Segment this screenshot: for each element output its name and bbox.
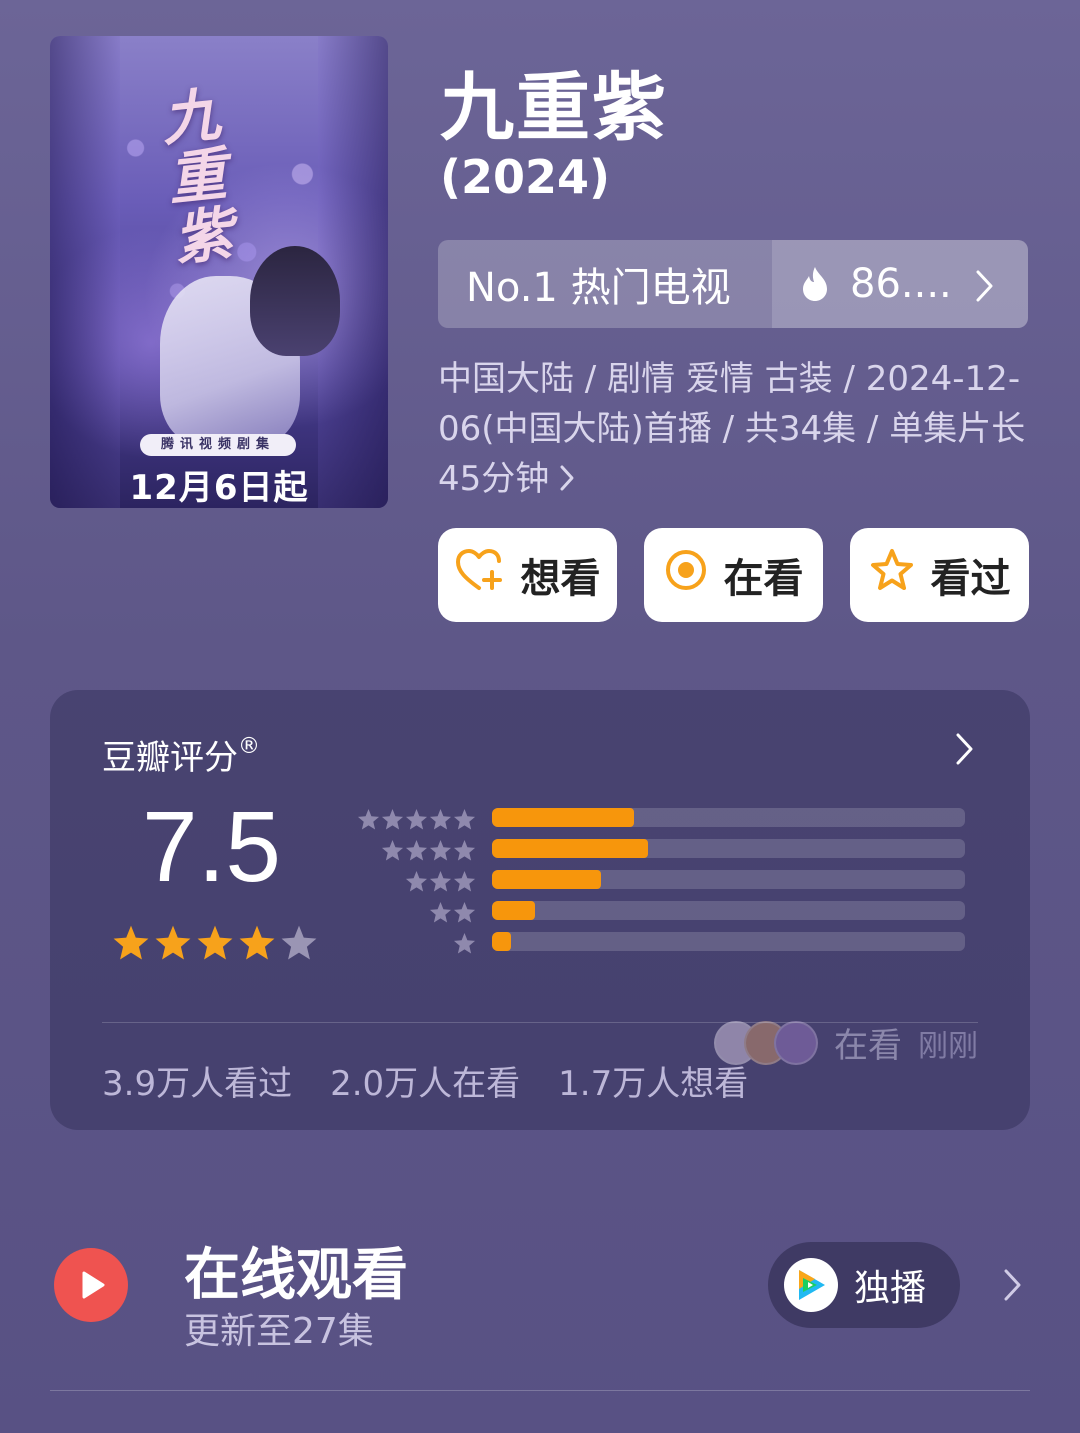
distribution-star-group (381, 839, 476, 862)
online-watch-row[interactable]: 在线观看 更新至27集 独播 (50, 1228, 1030, 1358)
distribution-bar (492, 932, 965, 951)
distribution-bar-fill (492, 932, 511, 951)
poster-calligraphy-title: 九重紫 (158, 80, 236, 274)
watching-now: 在看 刚刚 (714, 1018, 978, 1067)
rating-counts: 3.9万人看过 2.0万人在看 1.7万人想看 (102, 1056, 748, 1105)
rating-title: 豆瓣评分® (102, 730, 260, 779)
distribution-stars (356, 897, 476, 928)
rank-box[interactable]: No.1 热门电视 86.... (438, 240, 1028, 328)
distribution-stars (356, 928, 476, 959)
star-small-icon (405, 808, 428, 830)
meta-text: 中国大陆 / 剧情 爱情 古装 / 2024-12-06(中国大陆)首播 / 共… (438, 359, 1026, 499)
heart-plus-icon (455, 548, 505, 602)
rank-label: No.1 热门电视 (438, 240, 772, 328)
star-small-icon (405, 839, 428, 861)
rating-divider (102, 1022, 978, 1023)
exclusive-label: 独播 (854, 1268, 927, 1309)
star-small-icon (429, 808, 452, 830)
poster-figure-dark-hair (250, 246, 340, 356)
star-small-icon (429, 901, 452, 923)
online-watch-subtitle: 更新至27集 (184, 1311, 374, 1352)
rating-card[interactable]: 豆瓣评分® 7.5 在看 刚刚 3.9万人看过 2.0万人在看 1.7万人想看 (50, 690, 1030, 1130)
star-small-icon (405, 870, 428, 892)
rating-stars (112, 924, 318, 962)
poster-badge: 腾讯视频剧集 (140, 434, 296, 456)
rating-title-text: 豆瓣评分 (102, 738, 238, 778)
play-icon (54, 1248, 128, 1322)
watching-now-time: 刚刚 (918, 1028, 978, 1064)
distribution-bar-fill (492, 870, 601, 889)
show-year: (2024) (440, 150, 611, 204)
action-buttons: 想看 在看 看过 (438, 528, 1029, 622)
poster-date: 12月6日起 (129, 468, 309, 508)
distribution-star-group (357, 808, 476, 831)
star-small-icon (429, 870, 452, 892)
star-outline-icon (869, 548, 915, 602)
star-filled-icon (113, 925, 149, 960)
watched-count: 3.9万人看过 (102, 1064, 293, 1104)
chevron-right-icon[interactable] (954, 732, 974, 770)
distribution-star-group (429, 901, 476, 924)
chevron-right-icon (974, 267, 994, 313)
show-title: 九重紫 (440, 65, 668, 151)
distribution-bar (492, 808, 965, 827)
distribution-bar (492, 839, 965, 858)
want-to-watch-button[interactable]: 想看 (438, 528, 617, 622)
rating-score: 7.5 (142, 791, 282, 903)
watching-label: 在看 (723, 556, 804, 602)
watching-button[interactable]: 在看 (644, 528, 823, 622)
star-small-icon (453, 932, 476, 954)
distribution-stars (356, 835, 476, 866)
distribution-bar-fill (492, 901, 535, 920)
star-filled-icon (155, 925, 191, 960)
heat-value: 86.... (850, 261, 952, 307)
chevron-right-icon[interactable] (1002, 1268, 1022, 1306)
star-small-icon (453, 839, 476, 861)
star-small-icon (429, 839, 452, 861)
star-filled-icon (239, 925, 275, 960)
registered-mark: ® (238, 733, 260, 759)
distribution-stars (356, 866, 476, 897)
star-empty-icon (281, 925, 317, 960)
distribution-stars (356, 804, 476, 835)
distribution-bar (492, 870, 965, 889)
tencent-video-logo-icon (784, 1258, 838, 1312)
want-count: 1.7万人想看 (558, 1064, 749, 1104)
flame-icon (800, 266, 830, 302)
star-small-icon (453, 901, 476, 923)
star-small-icon (453, 808, 476, 830)
chevron-right-icon (559, 456, 575, 506)
exclusive-badge[interactable]: 独播 (768, 1242, 960, 1328)
watching-now-label: 在看 (834, 1026, 902, 1066)
star-small-icon (381, 839, 404, 861)
distribution-star-group (405, 870, 476, 893)
heat-section[interactable]: 86.... (772, 240, 1028, 328)
bottom-divider (50, 1390, 1030, 1391)
distribution-bar-fill (492, 839, 649, 858)
watching-circle-icon (664, 548, 708, 602)
star-small-icon (381, 808, 404, 830)
watched-label: 看过 (930, 556, 1011, 602)
star-small-icon (357, 808, 380, 830)
want-to-watch-label: 想看 (520, 556, 601, 602)
poster-image[interactable]: 九重紫 腾讯视频剧集 12月6日起 (50, 36, 388, 508)
watched-button[interactable]: 看过 (850, 528, 1029, 622)
star-filled-icon (197, 925, 233, 960)
distribution-bar (492, 901, 965, 920)
avatar (774, 1020, 818, 1065)
distribution-bar-fill (492, 808, 634, 827)
distribution-star-group (453, 932, 476, 955)
watching-count: 2.0万人在看 (330, 1064, 521, 1104)
show-meta[interactable]: 中国大陆 / 剧情 爱情 古装 / 2024-12-06(中国大陆)首播 / 共… (438, 354, 1028, 506)
star-small-icon (453, 870, 476, 892)
online-watch-title: 在线观看 (184, 1243, 408, 1308)
